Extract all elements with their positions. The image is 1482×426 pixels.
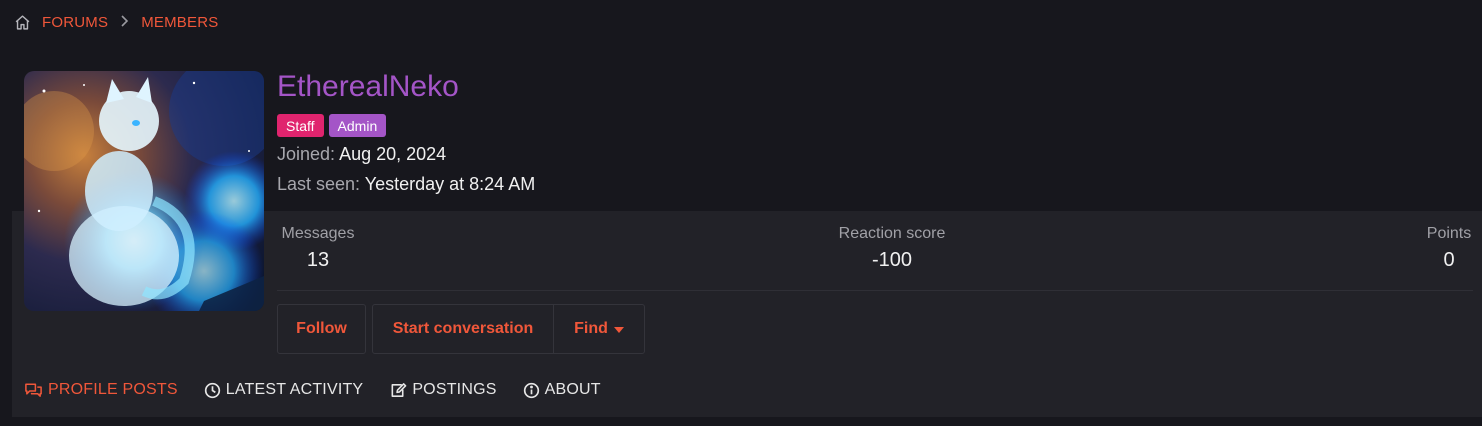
stat-messages[interactable]: Messages 13: [277, 225, 359, 272]
tab-latest-activity-label: LATEST ACTIVITY: [225, 381, 364, 398]
divider: [277, 290, 1473, 291]
info-icon: [523, 382, 540, 399]
breadcrumb: FORUMS MEMBERS: [12, 11, 218, 33]
breadcrumb-members[interactable]: MEMBERS: [141, 14, 218, 31]
joined-value: Aug 20, 2024: [339, 144, 447, 164]
caret-down-icon: [613, 320, 624, 338]
staff-badge: Staff: [277, 114, 324, 137]
start-conversation-button[interactable]: Start conversation: [372, 304, 554, 354]
find-label: Find: [574, 320, 608, 337]
last-seen-label: Last seen:: [277, 174, 361, 194]
stat-messages-value[interactable]: 13: [277, 249, 359, 272]
avatar[interactable]: [24, 71, 264, 311]
tab-postings-label: POSTINGS: [412, 381, 497, 398]
tab-profile-posts-label: PROFILE POSTS: [48, 381, 178, 398]
tab-postings[interactable]: POSTINGS: [389, 381, 496, 399]
chevron-right-icon: [120, 14, 129, 30]
joined-line: Joined: Aug 20, 2024: [277, 144, 446, 165]
tab-profile-posts[interactable]: PROFILE POSTS: [24, 381, 178, 399]
tab-about-label: ABOUT: [544, 381, 601, 398]
stat-reaction-score: Reaction score -100: [822, 225, 962, 272]
username[interactable]: EtherealNeko: [277, 70, 459, 104]
home-icon[interactable]: [12, 12, 32, 32]
find-button[interactable]: Find: [553, 304, 645, 354]
stat-messages-label: Messages: [281, 225, 355, 242]
follow-button[interactable]: Follow: [277, 304, 366, 354]
stat-reaction-label: Reaction score: [838, 225, 946, 242]
breadcrumb-forums[interactable]: FORUMS: [42, 14, 108, 31]
admin-badge: Admin: [328, 114, 387, 137]
comments-icon: [24, 382, 43, 398]
stat-reaction-value: -100: [871, 249, 913, 271]
last-seen-value[interactable]: Yesterday at 8:24 AM: [365, 174, 535, 194]
clock-icon: [204, 382, 221, 399]
tab-about[interactable]: ABOUT: [523, 381, 601, 399]
last-seen-line: Last seen: Yesterday at 8:24 AM: [277, 174, 535, 195]
edit-icon: [389, 382, 407, 399]
joined-label: Joined:: [277, 144, 336, 164]
stat-points-label: Points: [1426, 225, 1472, 242]
profile-tabs: PROFILE POSTS LATEST ACTIVITY POSTINGS A…: [24, 379, 627, 401]
stat-points-value[interactable]: 0: [1418, 249, 1480, 272]
stat-points[interactable]: Points 0: [1418, 225, 1480, 272]
user-badges: Staff Admin: [277, 114, 387, 137]
tab-latest-activity[interactable]: LATEST ACTIVITY: [204, 381, 364, 399]
